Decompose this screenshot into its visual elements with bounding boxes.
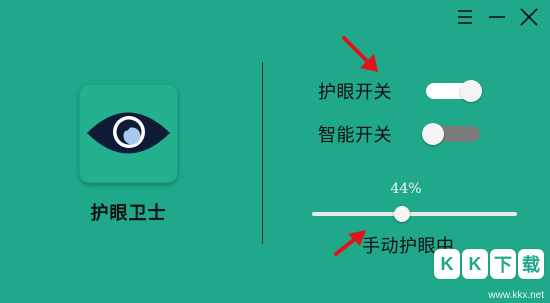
app-logo <box>79 84 178 183</box>
title-bar-controls <box>454 6 540 28</box>
eye-protection-toggle[interactable] <box>426 80 482 102</box>
watermark-badge: 载 <box>518 249 544 279</box>
toggle-knob[interactable] <box>460 80 482 102</box>
close-icon <box>520 8 538 26</box>
hamburger-icon <box>458 10 472 24</box>
eye-protection-row: 护眼开关 <box>318 78 482 104</box>
app-name: 护眼卫士 <box>90 203 167 224</box>
smart-mode-label: 智能开关 <box>318 125 392 146</box>
eye-icon <box>87 112 170 154</box>
toggle-knob[interactable] <box>422 123 444 145</box>
smart-mode-row: 智能开关 <box>318 121 480 147</box>
watermark-badges: K K 下 载 <box>434 249 544 279</box>
brightness-percent: 44% <box>390 181 422 197</box>
app-window: 护眼卫士 护眼开关 智能开关 44% 手动护眼中 K K 下 载 www.kkx… <box>0 0 550 303</box>
watermark-badge: 下 <box>490 249 516 279</box>
eye-protection-label: 护眼开关 <box>318 82 392 103</box>
red-arrow-icon <box>342 36 378 72</box>
watermark-badge: K <box>434 249 460 279</box>
watermark-url: www.kkx.net <box>488 290 544 301</box>
slider-track[interactable] <box>312 212 517 216</box>
divider <box>262 62 263 244</box>
eye-protection-slider[interactable] <box>312 206 517 222</box>
red-arrow-icon <box>334 230 366 256</box>
menu-button[interactable] <box>454 6 476 28</box>
slider-thumb[interactable] <box>394 206 411 222</box>
watermark: K K 下 载 www.kkx.net <box>428 249 544 301</box>
minimize-icon <box>489 16 505 18</box>
minimize-button[interactable] <box>486 6 508 28</box>
close-button[interactable] <box>518 6 540 28</box>
watermark-badge: K <box>462 249 488 279</box>
smart-mode-toggle[interactable] <box>422 123 480 145</box>
